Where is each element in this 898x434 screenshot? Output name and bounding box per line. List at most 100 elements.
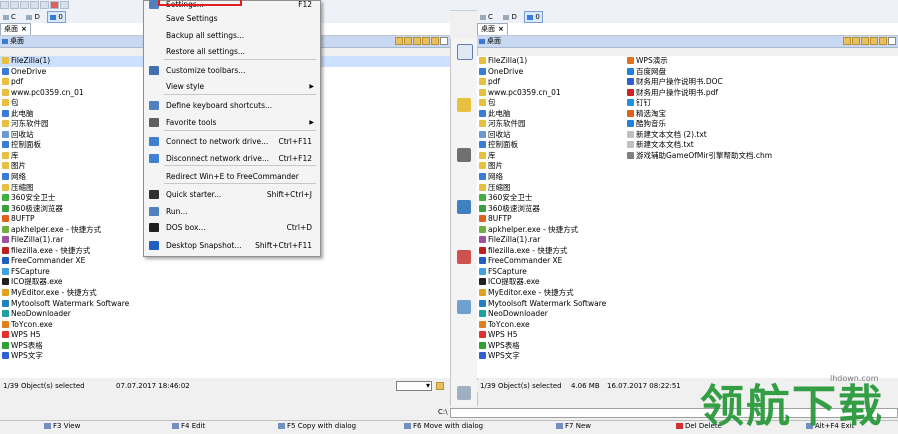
list-item[interactable]: 网络 bbox=[477, 172, 625, 183]
refresh-icon[interactable] bbox=[457, 300, 471, 314]
menu-item-quick-starter[interactable]: Quick starter... Shift+Ctrl+J bbox=[144, 187, 320, 202]
list-item[interactable]: 此电脑 bbox=[477, 109, 625, 120]
list-item[interactable]: MyEditor.exe - 快捷方式 bbox=[477, 288, 625, 299]
left-drive-desktop[interactable]: 0 bbox=[47, 11, 66, 23]
list-item[interactable]: 百度网盘 bbox=[625, 67, 898, 78]
list-item[interactable]: Mytoolsoft Watermark Software bbox=[477, 299, 625, 310]
menu-item-define-keyboard-shortcuts[interactable]: Define keyboard shortcuts... bbox=[144, 98, 320, 113]
menu-item-disconnect-network-drive[interactable]: Disconnect network drive... Ctrl+F12 bbox=[144, 151, 320, 166]
compare-icon[interactable] bbox=[457, 44, 473, 60]
list-item[interactable]: FSCapture bbox=[477, 267, 625, 278]
menu-item-favorite-tools[interactable]: Favorite tools ▶ bbox=[144, 115, 320, 130]
right-file-list-column-2[interactable]: WPS演示 百度网盘 财务用户操作说明书.DOC 财务用户操作说明书.pdf 钉钉 精选淘… bbox=[625, 56, 898, 378]
menu-item-restore-all-settings[interactable]: Restore all settings... bbox=[144, 44, 320, 59]
menu-item-backup-all-settings[interactable]: Backup all settings... bbox=[144, 28, 320, 43]
close-icon[interactable]: × bbox=[498, 25, 504, 33]
menu-item-customize-toolbars[interactable]: Customize toolbars... bbox=[144, 63, 320, 78]
list-item[interactable]: FreeCommander XE bbox=[0, 256, 450, 267]
list-item[interactable]: NeoDownloader bbox=[0, 309, 450, 320]
list-item[interactable]: ICO提取器.exe bbox=[0, 277, 450, 288]
list-item[interactable]: WPS H5 bbox=[477, 330, 625, 341]
folder-icon[interactable] bbox=[60, 1, 69, 9]
menu-item-redirect-win-e-to-freecommander[interactable]: Redirect Win+E to FreeCommander bbox=[144, 169, 320, 184]
close-icon[interactable]: × bbox=[21, 25, 27, 33]
tools-icon[interactable] bbox=[457, 148, 471, 162]
list-item[interactable]: MyEditor.exe - 快捷方式 bbox=[0, 288, 450, 299]
menu-item-save-settings[interactable]: Save Settings bbox=[144, 11, 320, 26]
menu-item-dos-box[interactable]: DOS box... Ctrl+D bbox=[144, 220, 320, 235]
history-icon[interactable] bbox=[404, 37, 412, 45]
list-item[interactable]: WPS演示 bbox=[625, 56, 898, 67]
list-item[interactable]: 压缩图 bbox=[477, 183, 625, 194]
list-item[interactable]: WPS文字 bbox=[0, 351, 450, 362]
list-item[interactable]: FileZilla(1) bbox=[477, 56, 625, 67]
list-item[interactable]: ICO提取器.exe bbox=[477, 277, 625, 288]
move-icon[interactable] bbox=[40, 1, 49, 9]
list-item[interactable]: 游戏辅助GameOfMir引擎帮助文档.chm bbox=[625, 151, 898, 162]
list-item[interactable]: 8UFTP bbox=[477, 214, 625, 225]
left-drive-d[interactable]: D bbox=[23, 11, 42, 23]
right-file-list[interactable]: FileZilla(1) OneDrive pdf www.pc0359.cn_01 包… bbox=[477, 56, 625, 378]
list-item[interactable]: 360极速浏览器 bbox=[477, 204, 625, 215]
list-item[interactable]: 图片 bbox=[477, 161, 625, 172]
copy-left-icon[interactable] bbox=[457, 200, 471, 214]
list-item[interactable]: 新建文本文档.txt bbox=[625, 140, 898, 151]
list-item[interactable]: 钉钉 bbox=[625, 98, 898, 109]
forward-icon[interactable] bbox=[10, 1, 19, 9]
recycle-bin-icon[interactable] bbox=[457, 386, 471, 400]
list-item[interactable]: WPS文字 bbox=[477, 351, 625, 362]
list-item[interactable]: 包 bbox=[477, 98, 625, 109]
list-item[interactable]: OneDrive bbox=[477, 67, 625, 78]
list-item[interactable]: apkhelper.exe - 快捷方式 bbox=[477, 225, 625, 236]
list-item[interactable]: FSCapture bbox=[0, 267, 450, 278]
filter-icon[interactable] bbox=[436, 382, 444, 390]
root-icon[interactable] bbox=[879, 37, 887, 45]
list-item[interactable]: 精选淘宝 bbox=[625, 109, 898, 120]
list-item[interactable]: FileZilla(1).rar bbox=[477, 235, 625, 246]
list-item[interactable]: 酷狗音乐 bbox=[625, 119, 898, 130]
root-icon[interactable] bbox=[431, 37, 439, 45]
list-item[interactable]: ToYcon.exe bbox=[477, 320, 625, 331]
delete-icon[interactable] bbox=[50, 1, 59, 9]
menu-item-desktop-snapshot[interactable]: Desktop Snapshot... Shift+Ctrl+F11 bbox=[144, 238, 320, 253]
favorites-icon[interactable] bbox=[395, 37, 403, 45]
list-item[interactable]: 360安全卫士 bbox=[477, 193, 625, 204]
right-drive-d[interactable]: D bbox=[500, 11, 519, 23]
list-item[interactable]: 回收站 bbox=[477, 130, 625, 141]
list-item[interactable]: WPS H5 bbox=[0, 330, 450, 341]
paste-icon[interactable] bbox=[30, 1, 39, 9]
list-item[interactable]: filezilla.exe - 快捷方式 bbox=[477, 246, 625, 257]
list-item[interactable]: FreeCommander XE bbox=[477, 256, 625, 267]
move-icon[interactable] bbox=[457, 250, 471, 264]
left-tab-desktop[interactable]: 桌面 × bbox=[0, 23, 31, 35]
up-folder-icon[interactable] bbox=[870, 37, 878, 45]
list-item[interactable]: www.pc0359.cn_01 bbox=[477, 88, 625, 99]
right-tab-desktop[interactable]: 桌面 × bbox=[477, 23, 508, 35]
right-drive-c[interactable]: C bbox=[477, 11, 496, 23]
menu-item-view-style[interactable]: View style ▶ bbox=[144, 79, 320, 94]
history-icon[interactable] bbox=[852, 37, 860, 45]
home-icon[interactable] bbox=[413, 37, 421, 45]
home-icon[interactable] bbox=[861, 37, 869, 45]
up-folder-icon[interactable] bbox=[422, 37, 430, 45]
notes-icon[interactable] bbox=[457, 98, 471, 112]
list-item[interactable]: 新建文本文档 (2).txt bbox=[625, 130, 898, 141]
list-item[interactable]: WPS表格 bbox=[0, 341, 450, 352]
favorites-icon[interactable] bbox=[843, 37, 851, 45]
chevron-down-icon[interactable] bbox=[888, 37, 896, 45]
list-item[interactable]: Mytoolsoft Watermark Software bbox=[0, 299, 450, 310]
menu-item-connect-to-network-drive[interactable]: Connect to network drive... Ctrl+F11 bbox=[144, 134, 320, 149]
right-path-bar[interactable]: 桌面 bbox=[477, 36, 898, 48]
left-filter-dropdown[interactable] bbox=[396, 380, 432, 392]
list-item[interactable]: NeoDownloader bbox=[477, 309, 625, 320]
list-item[interactable]: 财务用户操作说明书.pdf bbox=[625, 88, 898, 99]
copy-icon[interactable] bbox=[20, 1, 29, 9]
chevron-down-icon[interactable] bbox=[440, 37, 448, 45]
back-icon[interactable] bbox=[0, 1, 9, 9]
list-item[interactable]: 河东软件园 bbox=[477, 119, 625, 130]
left-drive-c[interactable]: C bbox=[0, 11, 19, 23]
right-drive-desktop[interactable]: 0 bbox=[524, 11, 543, 23]
list-item[interactable]: WPS表格 bbox=[477, 341, 625, 352]
list-item[interactable]: 库 bbox=[477, 151, 625, 162]
list-item[interactable]: pdf bbox=[477, 77, 625, 88]
